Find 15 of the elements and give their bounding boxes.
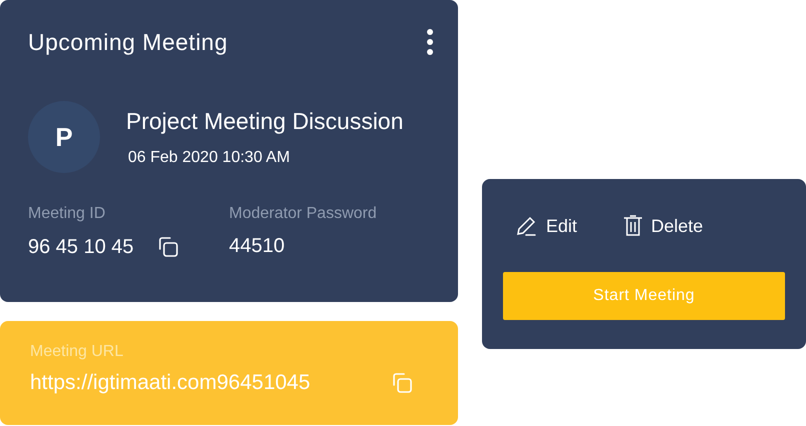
field-value: 44510 (229, 235, 285, 258)
trash-icon (623, 215, 644, 237)
delete-button[interactable]: Delete (623, 215, 704, 237)
card-title: Upcoming Meeting (28, 28, 228, 56)
meeting-name: Project Meeting Discussion (126, 108, 404, 134)
url-label: Meeting URL (30, 343, 124, 361)
avatar: P (28, 101, 100, 173)
meeting-datetime: 06 Feb 2020 10:30 AM (128, 148, 291, 166)
edit-button[interactable]: Edit (516, 215, 578, 237)
pencil-icon (516, 215, 538, 237)
more-icon[interactable] (426, 28, 434, 56)
field-label: Moderator Password (229, 205, 378, 223)
field-value: 96 45 10 45 (28, 236, 134, 258)
field-label: Meeting ID (28, 205, 106, 223)
url-value: https://igtimaati.com96451045 (30, 371, 310, 395)
